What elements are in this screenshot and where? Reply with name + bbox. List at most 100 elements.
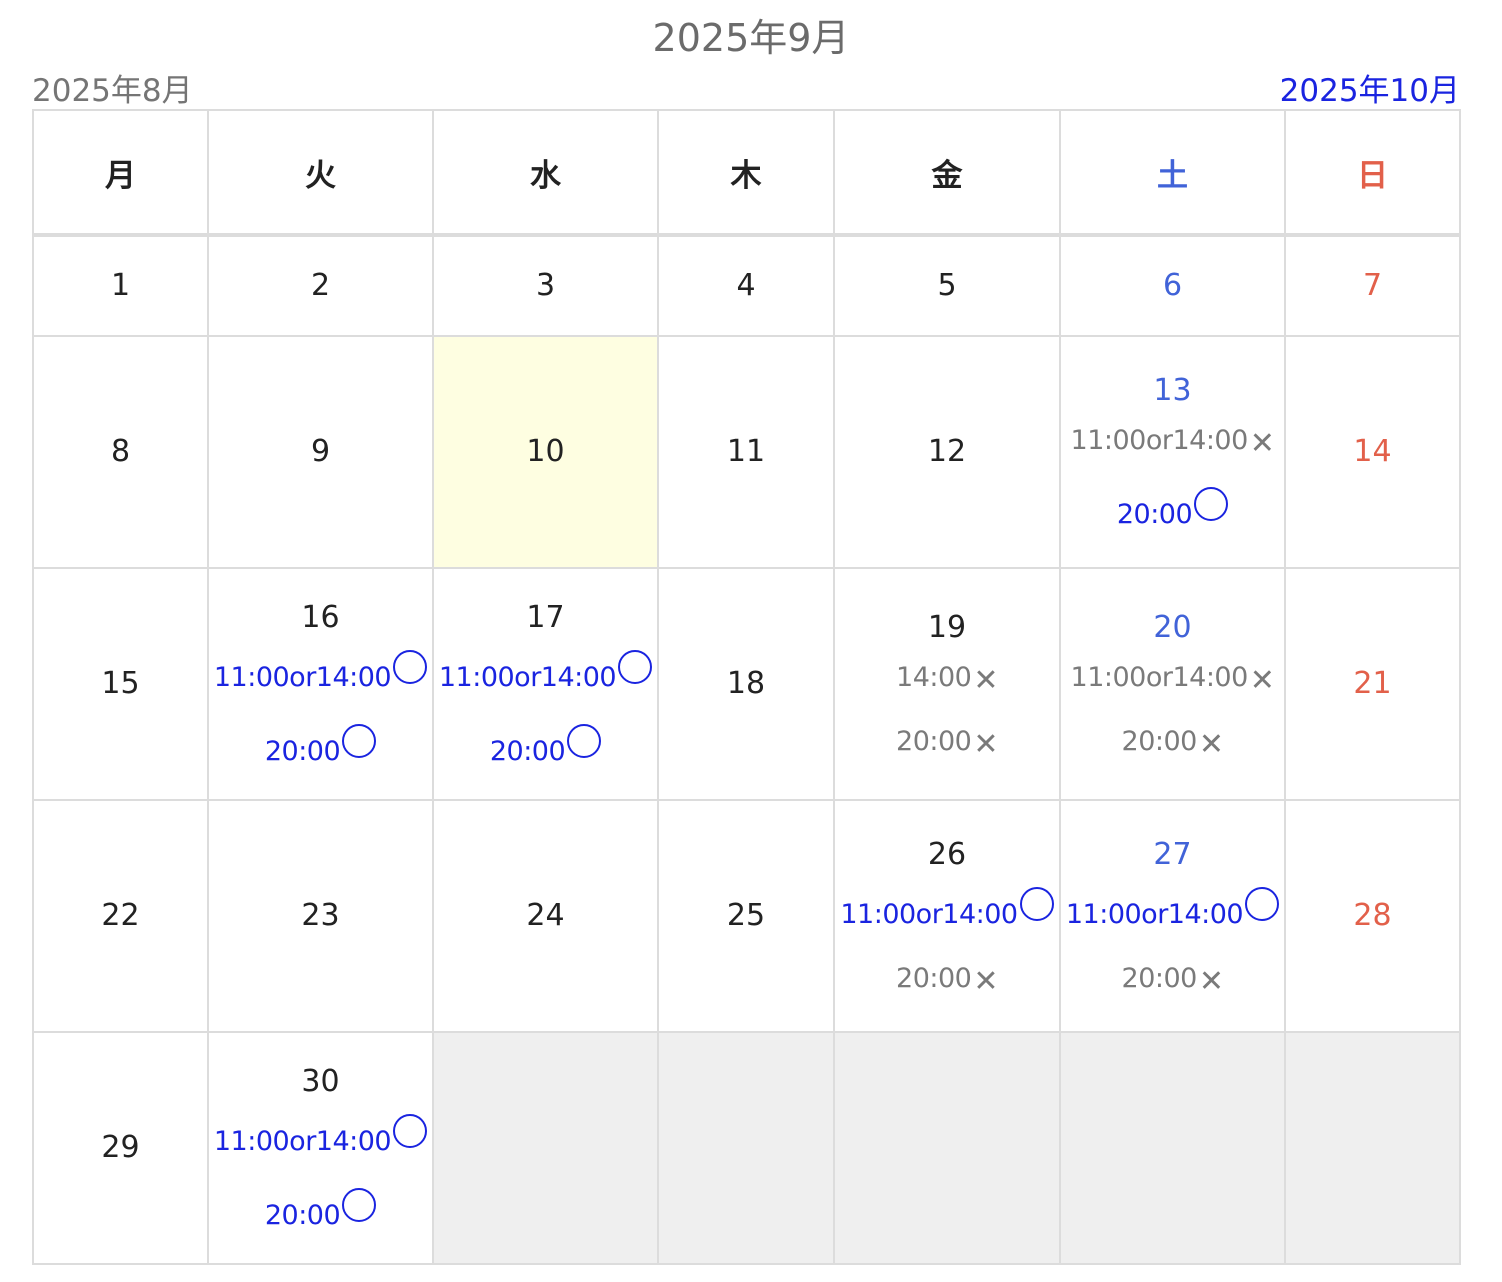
empty-day-cell bbox=[1284, 1031, 1461, 1265]
day-number: 27 bbox=[1153, 837, 1192, 872]
day-number: 10 bbox=[526, 434, 565, 469]
time-slot-label: 11:00or14:00 bbox=[1065, 899, 1244, 930]
day-number: 13 bbox=[1153, 373, 1192, 408]
time-slot-available[interactable]: 11:00or14:00 bbox=[213, 1114, 428, 1160]
weekday-header-fri: 金 bbox=[833, 109, 1061, 237]
empty-day-cell bbox=[432, 1031, 659, 1265]
day-cell-22[interactable]: 22 bbox=[32, 799, 209, 1033]
day-cell-5[interactable]: 5 bbox=[833, 234, 1061, 337]
day-cell-24[interactable]: 24 bbox=[432, 799, 659, 1033]
day-number: 8 bbox=[110, 434, 131, 469]
day-cell-20[interactable]: 20 11:00or14:00✕ 20:00✕ bbox=[1059, 567, 1286, 801]
day-cell-19[interactable]: 19 14:00✕ 20:00✕ bbox=[833, 567, 1061, 801]
day-cell-8[interactable]: 8 bbox=[32, 335, 209, 569]
day-cell-16[interactable]: 16 11:00or14:00 20:00 bbox=[207, 567, 434, 801]
weekday-header-thu: 木 bbox=[657, 109, 835, 237]
calendar-week-row: 8 9 10 11 12 13 11:00or14:00✕ 20:00 14 bbox=[32, 335, 1461, 569]
time-slot-available[interactable]: 20:00 bbox=[490, 724, 602, 770]
day-cell-17[interactable]: 17 11:00or14:00 20:00 bbox=[432, 567, 659, 801]
day-cell-2[interactable]: 2 bbox=[207, 234, 434, 337]
day-cell-1[interactable]: 1 bbox=[32, 234, 209, 337]
day-cell-25[interactable]: 25 bbox=[657, 799, 835, 1033]
prev-month-link[interactable]: 2025年8月 bbox=[32, 70, 193, 112]
day-number: 2 bbox=[310, 268, 331, 303]
day-cell-content: 15 bbox=[34, 664, 207, 704]
day-number: 22 bbox=[101, 898, 140, 933]
full-cross-icon: ✕ bbox=[1249, 663, 1275, 698]
day-number: 26 bbox=[927, 837, 967, 872]
day-cell-content: 19 14:00✕ 20:00✕ bbox=[835, 608, 1059, 760]
available-circle-icon bbox=[1245, 887, 1280, 921]
day-cell-13[interactable]: 13 11:00or14:00✕ 20:00 bbox=[1059, 335, 1286, 569]
time-slot-available[interactable]: 20:00 bbox=[265, 724, 377, 770]
day-cell-10[interactable]: 10 bbox=[432, 335, 659, 569]
day-cell-12[interactable]: 12 bbox=[833, 335, 1061, 569]
day-cell-content: 23 bbox=[209, 896, 432, 936]
weekday-header-tue: 火 bbox=[207, 109, 434, 237]
day-cell-29[interactable]: 29 bbox=[32, 1031, 209, 1265]
day-cell-content: 24 bbox=[434, 896, 657, 936]
day-number: 24 bbox=[526, 898, 565, 933]
day-number: 21 bbox=[1353, 666, 1392, 701]
day-number: 11 bbox=[726, 434, 766, 469]
day-number: 3 bbox=[535, 268, 556, 303]
day-cell-content: 4 bbox=[659, 266, 833, 306]
calendar-week-row: 15 16 11:00or14:00 20:00 17 11:00or14:00 20:00… bbox=[32, 567, 1461, 801]
day-cell-26[interactable]: 26 11:00or14:00 20:00✕ bbox=[833, 799, 1061, 1033]
time-slot-label: 20:00 bbox=[1121, 726, 1198, 757]
weekday-header-wed: 水 bbox=[432, 109, 659, 237]
day-cell-11[interactable]: 11 bbox=[657, 335, 835, 569]
time-slot-available[interactable]: 11:00or14:00 bbox=[840, 887, 1054, 933]
day-number: 1 bbox=[110, 268, 131, 303]
day-cell-30[interactable]: 30 11:00or14:00 20:00 bbox=[207, 1031, 434, 1265]
weekday-header-sat: 土 bbox=[1059, 109, 1286, 237]
day-cell-14[interactable]: 14 bbox=[1284, 335, 1461, 569]
day-cell-21[interactable]: 21 bbox=[1284, 567, 1461, 801]
next-month-link[interactable]: 2025年10月 bbox=[1280, 70, 1460, 112]
time-slot-label: 20:00 bbox=[1116, 499, 1193, 530]
day-cell-9[interactable]: 9 bbox=[207, 335, 434, 569]
time-slot-label: 11:00or14:00 bbox=[213, 662, 392, 693]
day-cell-content: 13 11:00or14:00✕ 20:00 bbox=[1061, 371, 1284, 533]
day-cell-23[interactable]: 23 bbox=[207, 799, 434, 1033]
time-slot-available[interactable]: 11:00or14:00 bbox=[439, 650, 653, 696]
full-cross-icon: ✕ bbox=[973, 663, 998, 698]
time-slot-available[interactable]: 11:00or14:00 bbox=[1065, 887, 1280, 933]
day-cell-4[interactable]: 4 bbox=[657, 234, 835, 337]
time-slot-available[interactable]: 20:00 bbox=[265, 1188, 377, 1234]
available-circle-icon bbox=[393, 650, 428, 684]
day-cell-content: 7 bbox=[1286, 266, 1459, 306]
day-cell-7[interactable]: 7 bbox=[1284, 234, 1461, 337]
available-circle-icon bbox=[1194, 487, 1229, 521]
day-cell-content: 29 bbox=[34, 1128, 207, 1168]
calendar-body: 1 2 3 4 5 6 7 8 9 10 11 12 13 11:00or14:00✕ 20:00 14 15 1… bbox=[32, 234, 1461, 1265]
time-slot-full: 11:00or14:00✕ bbox=[1071, 423, 1275, 459]
available-circle-icon bbox=[342, 724, 377, 758]
time-slot-label: 11:00or14:00 bbox=[213, 1126, 392, 1157]
calendar-grid: 月 火 水 木 金 土 日 1 2 3 4 5 6 7 8 9 10 11 12 13 11:00or14… bbox=[32, 109, 1461, 1265]
day-number: 16 bbox=[301, 600, 340, 635]
day-number: 20 bbox=[1153, 610, 1192, 645]
available-circle-icon bbox=[342, 1188, 377, 1222]
time-slot-available[interactable]: 11:00or14:00 bbox=[213, 650, 428, 696]
time-slot-label: 11:00or14:00 bbox=[1070, 425, 1249, 456]
empty-day-cell bbox=[657, 1031, 835, 1265]
full-cross-icon: ✕ bbox=[1198, 727, 1224, 762]
month-title: 2025年9月 bbox=[652, 16, 850, 60]
day-cell-28[interactable]: 28 bbox=[1284, 799, 1461, 1033]
time-slot-label: 20:00 bbox=[896, 963, 972, 994]
day-number: 9 bbox=[310, 434, 331, 469]
day-cell-content: 17 11:00or14:00 20:00 bbox=[434, 598, 657, 770]
available-circle-icon bbox=[618, 650, 653, 684]
day-cell-18[interactable]: 18 bbox=[657, 567, 835, 801]
day-cell-27[interactable]: 27 11:00or14:00 20:00✕ bbox=[1059, 799, 1286, 1033]
day-cell-3[interactable]: 3 bbox=[432, 234, 659, 337]
time-slot-available[interactable]: 20:00 bbox=[1116, 487, 1229, 533]
time-slot-full: 20:00✕ bbox=[1122, 724, 1224, 760]
calendar-week-row: 29 30 11:00or14:00 20:00 bbox=[32, 1031, 1461, 1265]
full-cross-icon: ✕ bbox=[973, 727, 998, 762]
day-cell-15[interactable]: 15 bbox=[32, 567, 209, 801]
available-circle-icon bbox=[1019, 887, 1054, 921]
day-number: 4 bbox=[736, 268, 756, 303]
day-cell-6[interactable]: 6 bbox=[1059, 234, 1286, 337]
